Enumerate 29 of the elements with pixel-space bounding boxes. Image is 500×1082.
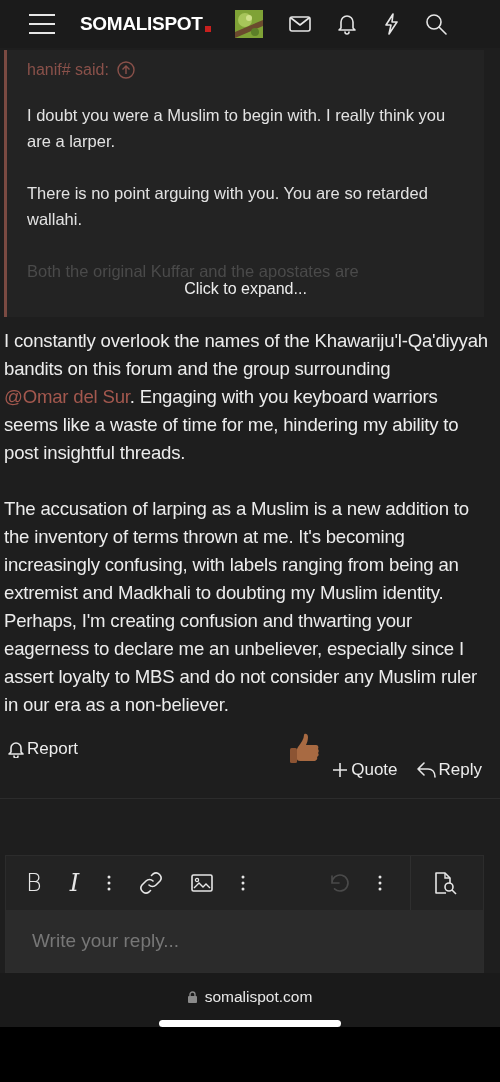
lock-icon bbox=[187, 991, 197, 1003]
more-icon[interactable] bbox=[241, 875, 246, 891]
bell-icon[interactable] bbox=[336, 12, 357, 35]
plus-icon bbox=[332, 762, 349, 778]
quote-text: I doubt you were a Muslim to begin with. I really think you are a larper. bbox=[27, 104, 447, 152]
menu-icon[interactable] bbox=[28, 12, 56, 35]
post-text: The accusation of larping as a Muslim is a new addition to the inventory of terms thrown at me. It's becoming increasingly confusing, with labels ranging from being an extremist and Madkhali to doubting my Muslim identity. Perhaps, I'm creating confusion and thwarting your eagerness to declare me an unbeliever, especially since I assert loyalty to MBS and do not consider any Muslim ruler in our era as a non-believer. bbox=[4, 497, 479, 718]
mail-icon[interactable] bbox=[288, 14, 311, 33]
quote-text: There is no point arguing with you. You are so retarded wallahi. bbox=[27, 182, 429, 230]
more-icon[interactable] bbox=[107, 875, 112, 891]
bell-icon bbox=[8, 740, 24, 759]
reply-icon bbox=[415, 761, 436, 779]
lightning-icon[interactable] bbox=[382, 12, 399, 35]
expand-link[interactable]: Click to expand... bbox=[184, 279, 307, 297]
site-logo[interactable]: SOMALISPOT bbox=[80, 12, 211, 35]
report-link[interactable]: Report bbox=[8, 739, 79, 760]
search-icon[interactable] bbox=[424, 12, 447, 35]
reply-input[interactable]: Write your reply... bbox=[6, 910, 483, 972]
image-icon[interactable] bbox=[191, 874, 214, 892]
quote-button[interactable]: Quote bbox=[332, 760, 398, 780]
url-text[interactable]: somalispot.com bbox=[204, 988, 313, 1006]
link-icon[interactable] bbox=[139, 871, 164, 895]
italic-button[interactable]: I bbox=[69, 869, 80, 897]
preview-icon[interactable] bbox=[433, 871, 457, 895]
bold-button[interactable]: B bbox=[26, 869, 42, 897]
arrow-up-icon[interactable] bbox=[116, 60, 135, 79]
reply-button[interactable]: Reply bbox=[415, 760, 482, 780]
post-text: I constantly overlook the names of the Khawariju'l-Qa'diyyah bandits on this forum and the group surrounding @Omar del Sur. Engaging with you keyboard warriors seems like a waste of time for me, hindering my ability to post insightful threads. bbox=[4, 329, 489, 466]
more-icon[interactable] bbox=[378, 875, 382, 891]
